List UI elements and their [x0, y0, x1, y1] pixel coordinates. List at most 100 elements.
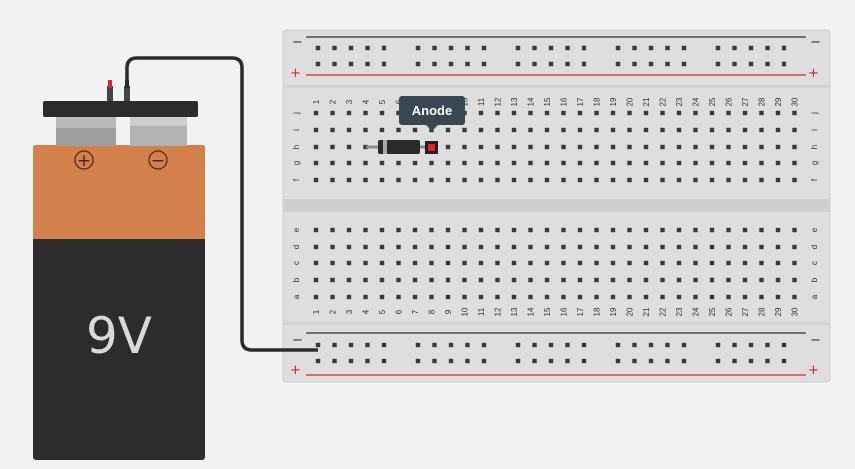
terminal-hole[interactable] [594, 177, 599, 183]
terminal-hole[interactable] [742, 277, 748, 283]
terminal-hole[interactable] [412, 260, 418, 266]
rail-hole[interactable] [448, 342, 454, 348]
terminal-hole[interactable] [693, 260, 698, 266]
rail-hole[interactable] [781, 358, 787, 364]
terminal-hole[interactable] [627, 127, 632, 133]
terminal-hole[interactable] [726, 127, 731, 133]
terminal-hole[interactable] [610, 294, 616, 300]
terminal-hole[interactable] [742, 260, 748, 266]
terminal-hole[interactable] [379, 244, 385, 250]
terminal-hole[interactable] [330, 244, 335, 250]
terminal-hole[interactable] [627, 144, 632, 150]
terminal-hole[interactable] [594, 127, 599, 133]
rail-hole[interactable] [665, 358, 670, 364]
terminal-hole[interactable] [775, 110, 781, 116]
terminal-hole[interactable] [775, 227, 781, 233]
rail-hole[interactable] [681, 45, 687, 51]
rail-hole[interactable] [615, 342, 621, 348]
terminal-hole[interactable] [775, 277, 781, 283]
terminal-hole[interactable] [478, 144, 484, 150]
terminal-hole[interactable] [759, 144, 764, 150]
rail-hole[interactable] [732, 45, 737, 51]
terminal-hole[interactable] [511, 260, 517, 266]
terminal-hole[interactable] [660, 177, 665, 183]
battery-9v[interactable]: + − 9V [33, 80, 205, 460]
terminal-hole[interactable] [726, 160, 731, 166]
terminal-hole[interactable] [643, 244, 649, 250]
terminal-hole[interactable] [775, 294, 781, 300]
terminal-hole[interactable] [313, 110, 319, 116]
terminal-hole[interactable] [693, 160, 698, 166]
terminal-hole[interactable] [775, 127, 781, 133]
terminal-hole[interactable] [610, 277, 616, 283]
terminal-hole[interactable] [445, 294, 451, 300]
rail-hole[interactable] [715, 45, 721, 51]
terminal-hole[interactable] [544, 144, 550, 150]
terminal-hole[interactable] [429, 294, 434, 300]
terminal-hole[interactable] [396, 127, 401, 133]
terminal-hole[interactable] [792, 160, 797, 166]
terminal-hole[interactable] [396, 277, 401, 283]
terminal-hole[interactable] [676, 127, 682, 133]
terminal-hole[interactable] [495, 160, 500, 166]
terminal-hole[interactable] [445, 144, 451, 150]
terminal-hole[interactable] [742, 160, 748, 166]
terminal-hole[interactable] [726, 277, 731, 283]
terminal-hole[interactable] [726, 244, 731, 250]
terminal-hole[interactable] [429, 260, 434, 266]
rail-hole[interactable] [448, 45, 454, 51]
terminal-hole[interactable] [363, 160, 368, 166]
terminal-hole[interactable] [709, 227, 715, 233]
rail-hole[interactable] [532, 61, 537, 67]
rail-hole[interactable] [548, 342, 554, 348]
rail-hole[interactable] [615, 358, 621, 364]
terminal-hole[interactable] [709, 144, 715, 150]
terminal-hole[interactable] [676, 294, 682, 300]
terminal-hole[interactable] [660, 227, 665, 233]
terminal-hole[interactable] [759, 227, 764, 233]
terminal-hole[interactable] [676, 244, 682, 250]
terminal-hole[interactable] [363, 127, 368, 133]
rail-hole[interactable] [315, 342, 321, 348]
rail-hole[interactable] [748, 61, 754, 67]
terminal-hole[interactable] [693, 244, 698, 250]
terminal-hole[interactable] [792, 144, 797, 150]
terminal-hole[interactable] [792, 127, 797, 133]
rail-hole[interactable] [615, 45, 621, 51]
terminal-hole[interactable] [693, 110, 698, 116]
terminal-hole[interactable] [346, 260, 352, 266]
terminal-hole[interactable] [379, 227, 385, 233]
terminal-hole[interactable] [445, 227, 451, 233]
terminal-hole[interactable] [330, 110, 335, 116]
rail-hole[interactable] [332, 358, 337, 364]
terminal-hole[interactable] [396, 160, 401, 166]
rail-hole[interactable] [665, 342, 670, 348]
terminal-hole[interactable] [561, 260, 566, 266]
rail-hole[interactable] [765, 45, 770, 51]
terminal-hole[interactable] [627, 227, 632, 233]
terminal-hole[interactable] [379, 277, 385, 283]
rail-hole[interactable] [765, 342, 770, 348]
rail-hole[interactable] [532, 358, 537, 364]
terminal-hole[interactable] [429, 277, 434, 283]
rail-hole[interactable] [748, 358, 754, 364]
terminal-hole[interactable] [330, 127, 335, 133]
terminal-hole[interactable] [660, 277, 665, 283]
terminal-hole[interactable] [693, 144, 698, 150]
terminal-hole[interactable] [346, 277, 352, 283]
terminal-hole[interactable] [462, 294, 467, 300]
terminal-hole[interactable] [726, 144, 731, 150]
terminal-hole[interactable] [478, 244, 484, 250]
rail-hole[interactable] [548, 358, 554, 364]
rail-hole[interactable] [781, 342, 787, 348]
terminal-hole[interactable] [594, 260, 599, 266]
rail-hole[interactable] [681, 61, 687, 67]
rail-hole[interactable] [465, 358, 470, 364]
rail-hole[interactable] [432, 342, 437, 348]
rail-hole[interactable] [532, 45, 537, 51]
terminal-hole[interactable] [495, 227, 500, 233]
rail-hole[interactable] [515, 45, 521, 51]
terminal-hole[interactable] [330, 294, 335, 300]
rail-hole[interactable] [715, 342, 721, 348]
rail-hole[interactable] [532, 342, 537, 348]
